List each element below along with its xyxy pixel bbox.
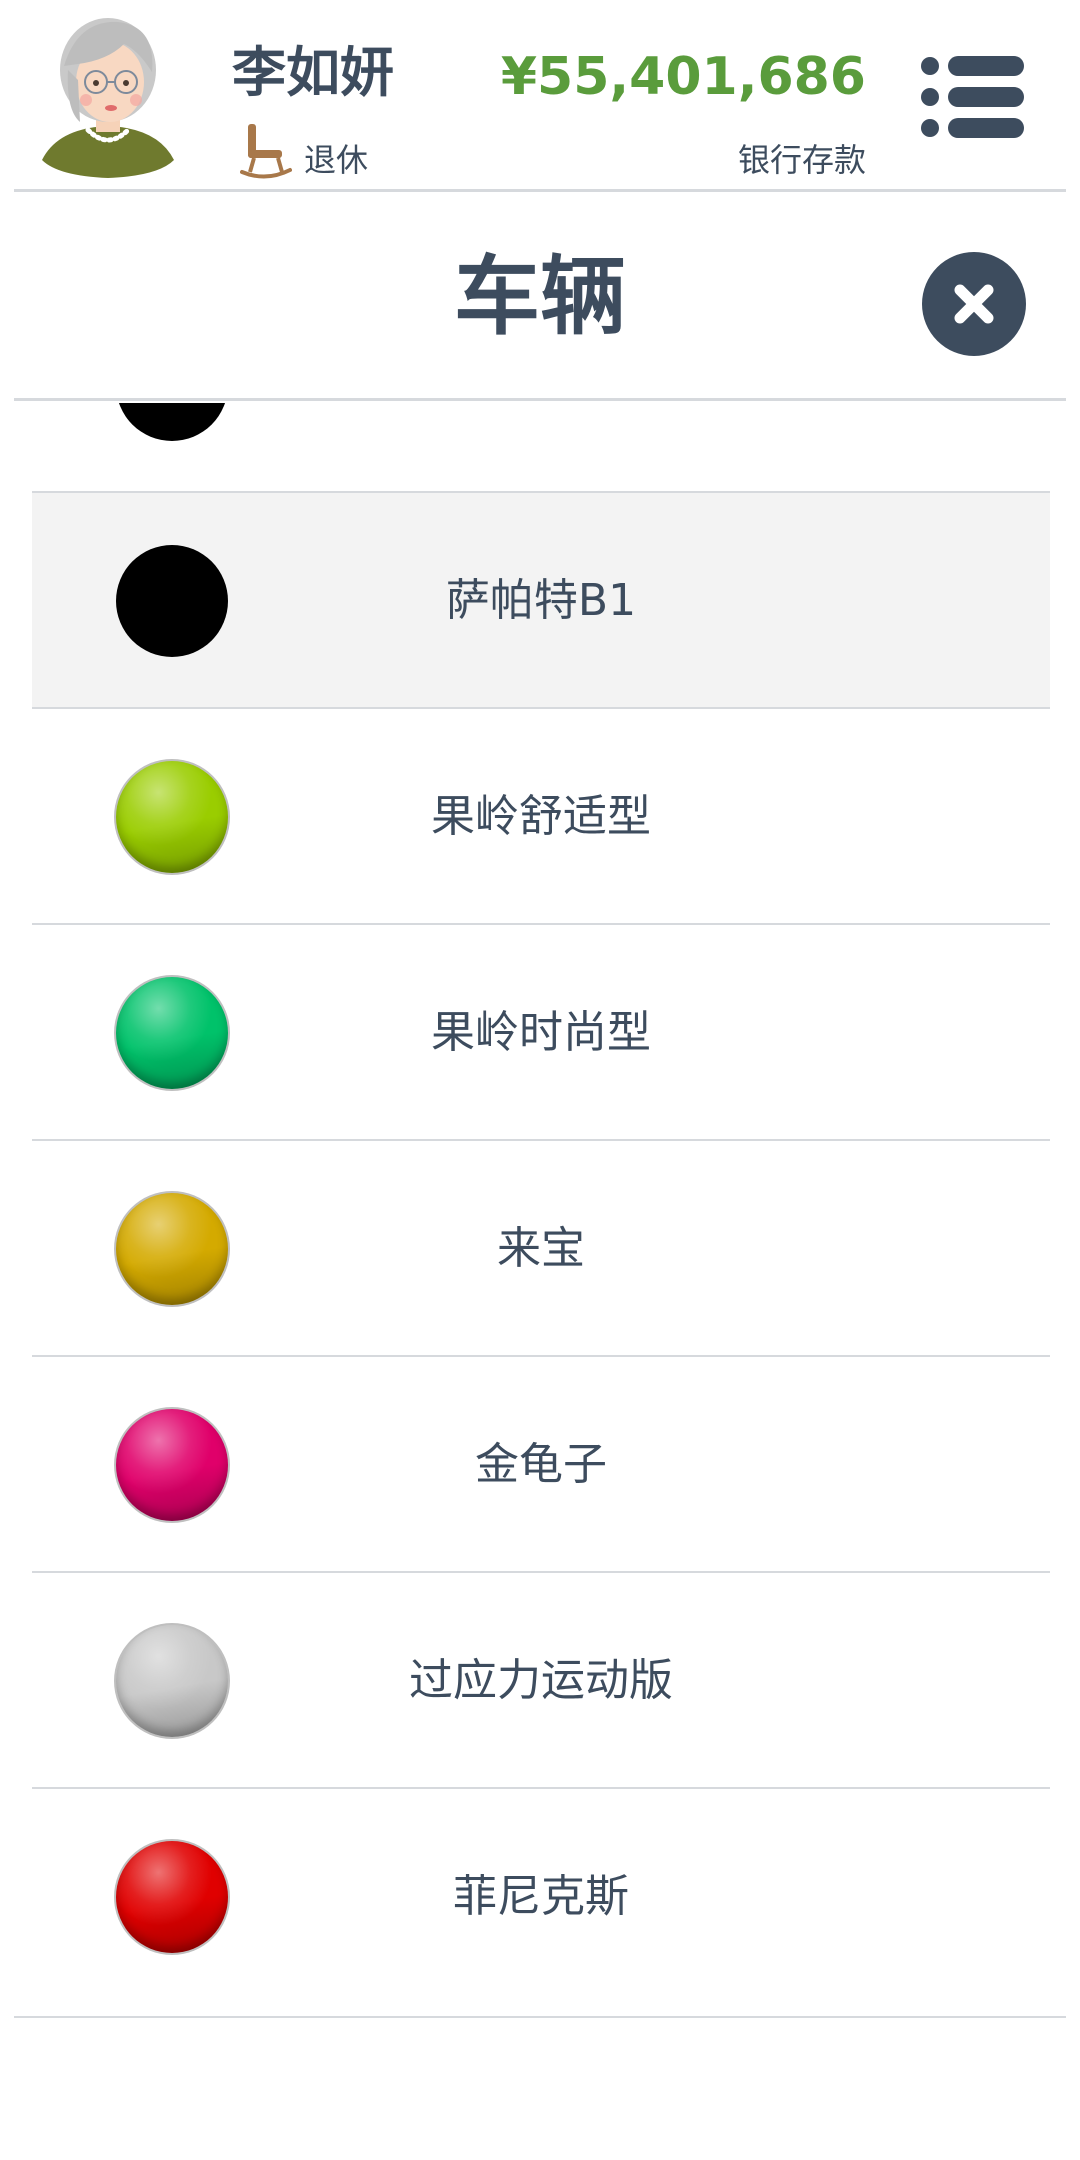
status-label: 退休: [304, 141, 369, 179]
vehicles-modal-header: 车辆: [0, 192, 1080, 401]
vehicle-item[interactable]: 果岭舒适型: [32, 709, 1050, 925]
vehicle-item-selected[interactable]: 萨帕特B1: [32, 491, 1050, 709]
player-name: 李如妍: [232, 41, 394, 104]
vehicle-name: 果岭时尚型: [431, 1007, 651, 1058]
vehicle-name: 萨帕特B1: [445, 575, 637, 626]
vehicle-name: 过应力运动版: [409, 1655, 673, 1706]
vehicle-item[interactable]: 菲尼克斯: [32, 1789, 1050, 1991]
vehicle-item[interactable]: 过应力运动版: [32, 1573, 1050, 1789]
bank-balance-value: ¥55,401,686: [500, 47, 866, 107]
modal-header-divider: [14, 398, 1066, 401]
bank-balance-label: 银行存款: [737, 141, 866, 179]
rocking-chair-icon: [240, 120, 292, 182]
elderly-woman-avatar[interactable]: [38, 10, 178, 180]
vehicle-name: 果岭舒适型: [431, 791, 651, 842]
list-bottom-divider: [14, 2016, 1066, 2018]
vehicle-name: 菲尼克斯: [453, 1871, 629, 1922]
top-status-bar: 李如妍 退休 ¥55,401,686 银行存款: [0, 0, 1080, 190]
close-button[interactable]: [922, 252, 1026, 356]
vehicle-list[interactable]: 萨帕特BS 萨帕特B1 果岭舒适型 果岭时尚型 来宝 金龟子 过应力运动版: [0, 403, 1080, 1991]
vehicle-item[interactable]: 萨帕特BS: [32, 403, 1050, 493]
vehicle-item[interactable]: 金龟子: [32, 1357, 1050, 1573]
list-menu-icon[interactable]: [918, 52, 1028, 142]
modal-title: 车辆: [454, 247, 626, 347]
vehicle-name: 来宝: [497, 1223, 585, 1274]
close-x-icon: [954, 284, 994, 324]
vehicle-name: 金龟子: [475, 1439, 607, 1490]
avatar-image: [42, 18, 174, 178]
vehicle-item[interactable]: 果岭时尚型: [32, 925, 1050, 1141]
vehicle-name: 萨帕特BS: [32, 403, 1050, 415]
vehicle-list-scroll: 萨帕特BS 萨帕特B1 果岭舒适型 果岭时尚型 来宝 金龟子 过应力运动版: [0, 403, 1080, 1991]
vehicle-item[interactable]: 来宝: [32, 1141, 1050, 1357]
